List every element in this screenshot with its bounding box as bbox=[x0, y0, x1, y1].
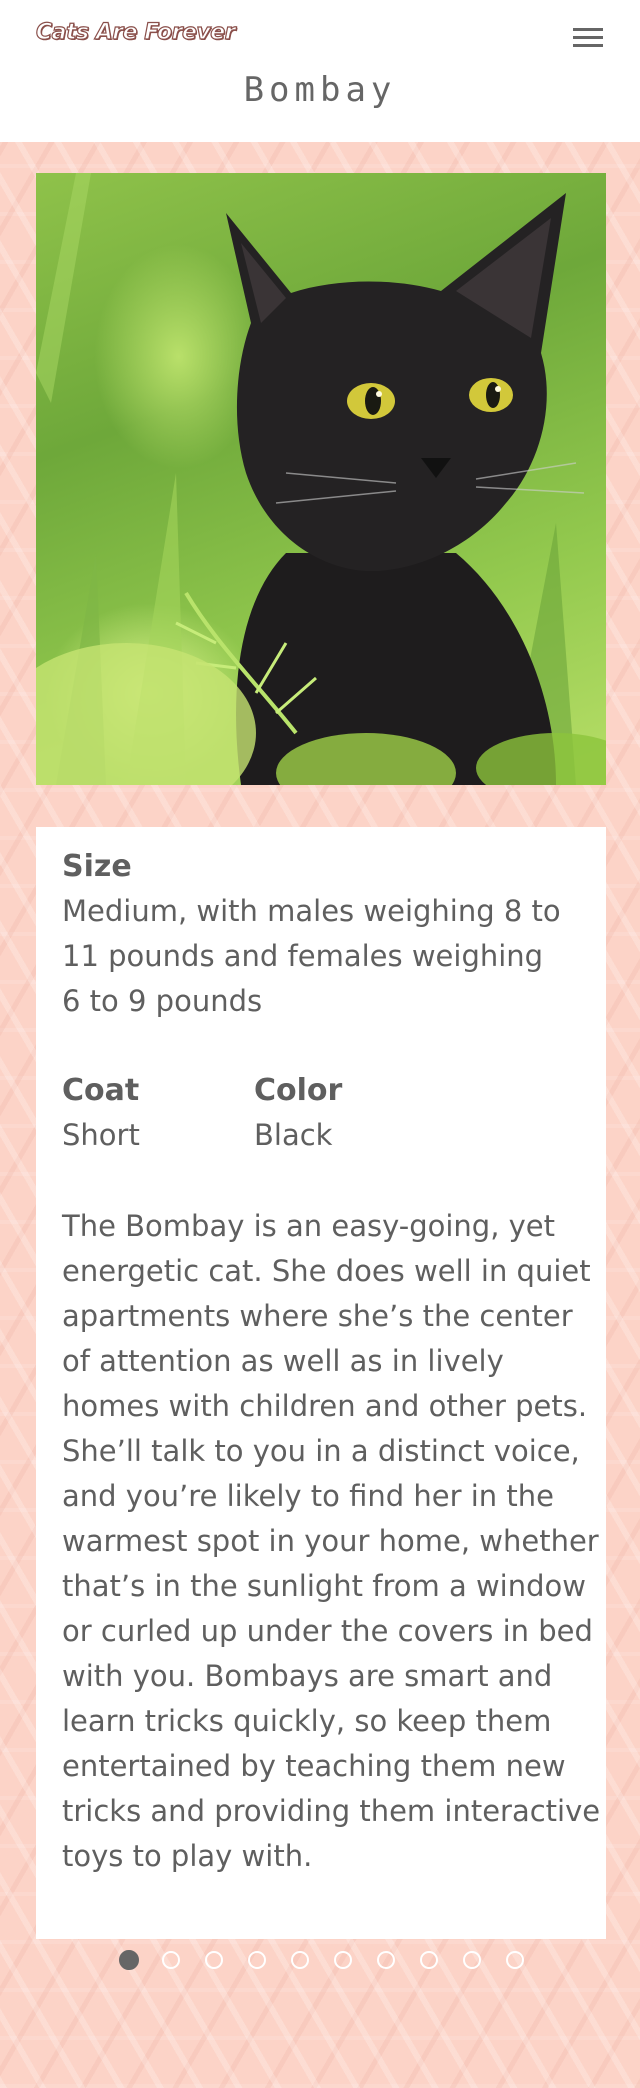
breed-info-content: Size Medium, with males weighing 8 to 11… bbox=[62, 845, 600, 1879]
pagination-dot[interactable] bbox=[291, 1951, 309, 1969]
pagination-dot[interactable] bbox=[205, 1951, 223, 1969]
coat-value: Short bbox=[62, 1118, 140, 1152]
menu-bar bbox=[573, 44, 603, 47]
coat-label: Coat bbox=[62, 1073, 140, 1108]
color-label: Color bbox=[254, 1073, 343, 1108]
attributes-row: Coat Short Color Black bbox=[62, 1069, 592, 1159]
carousel-pagination bbox=[0, 1938, 640, 1988]
pagination-dot[interactable] bbox=[377, 1951, 395, 1969]
menu-bar bbox=[573, 28, 603, 31]
color-attribute: Color Black bbox=[254, 1069, 342, 1158]
cat-photo bbox=[36, 173, 606, 785]
size-value: Medium, with males weighing 8 to 11 poun… bbox=[62, 894, 561, 1018]
site-header: Cats Are Forever Bombay bbox=[0, 0, 640, 142]
pagination-dot[interactable] bbox=[420, 1951, 438, 1969]
size-label: Size bbox=[62, 849, 132, 884]
page-title: Bombay bbox=[243, 70, 397, 110]
pagination-dot[interactable] bbox=[506, 1951, 524, 1969]
breed-info-card: Size Medium, with males weighing 8 to 11… bbox=[36, 827, 606, 1939]
pagination-dot[interactable] bbox=[463, 1951, 481, 1969]
menu-bar bbox=[573, 36, 603, 39]
breed-description: The Bombay is an easy-going, yet energet… bbox=[62, 1209, 601, 1873]
pagination-dot[interactable] bbox=[119, 1950, 139, 1970]
pagination-dot[interactable] bbox=[162, 1951, 180, 1969]
pagination-dot[interactable] bbox=[334, 1951, 352, 1969]
cat-illustration bbox=[36, 173, 606, 785]
pagination-dot[interactable] bbox=[248, 1951, 266, 1969]
site-logo[interactable]: Cats Are Forever bbox=[35, 19, 236, 45]
hamburger-menu-icon[interactable] bbox=[566, 20, 610, 56]
color-value: Black bbox=[254, 1118, 333, 1152]
coat-attribute: Coat Short bbox=[62, 1069, 140, 1158]
patterned-background: Size Medium, with males weighing 8 to 11… bbox=[0, 142, 640, 2088]
